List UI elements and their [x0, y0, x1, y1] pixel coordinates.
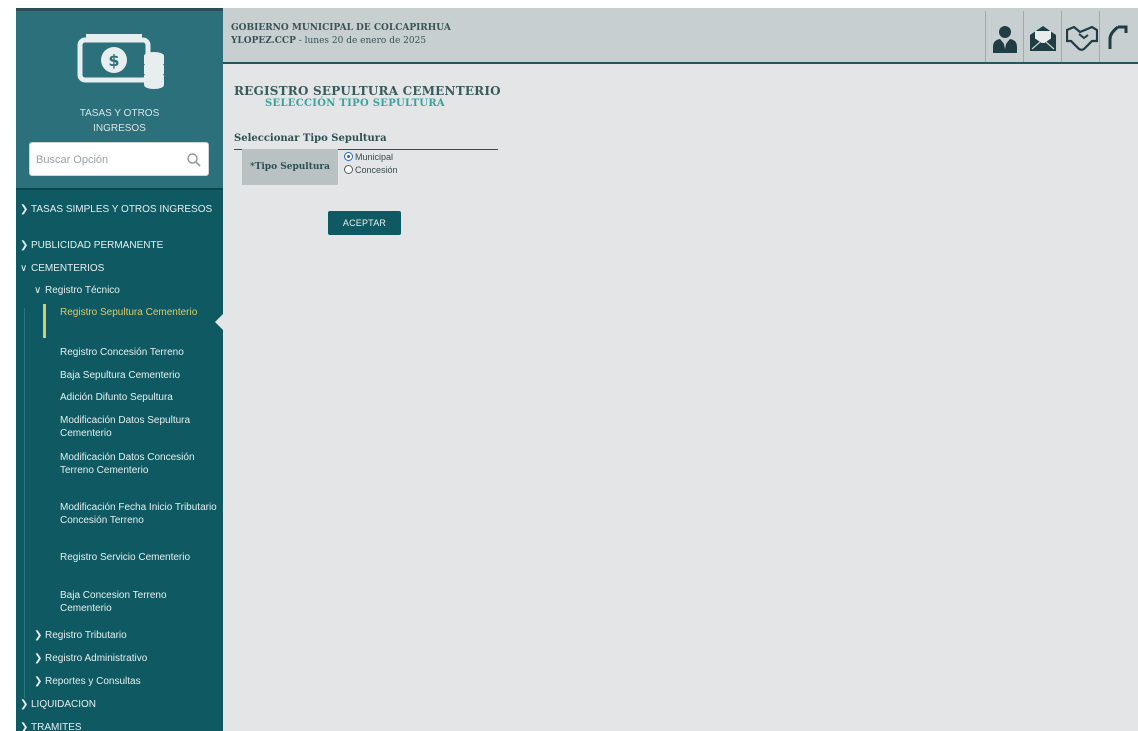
menu-item-label: Modificación Datos Sepultura Cementerio [60, 415, 191, 439]
menu-item-label: Registro Servicio Cementerio [60, 552, 191, 563]
menu-item-modificacion-sepultura[interactable]: Modificación Datos Sepultura Cementerio [16, 414, 223, 440]
menu-item-label: PUBLICIDAD PERMANENTE [31, 240, 164, 251]
menu-item-baja-sepultura[interactable]: Baja Sepultura Cementerio [16, 369, 223, 382]
menu-item-registro-tecnico[interactable]: ∨ Registro Técnico [16, 284, 223, 297]
chevron-right-icon: ❯ [34, 676, 43, 687]
main-content: REGISTRO SEPULTURA CEMENTERIO SELECCIÓN … [223, 66, 1138, 731]
menu-item-registro-tributario[interactable]: ❯ Registro Tributario [16, 629, 223, 642]
search-box [29, 142, 209, 176]
menu-item-baja-concesion[interactable]: Baja Concesion Terreno Cementerio [16, 589, 223, 615]
user-button[interactable] [985, 11, 1023, 62]
logout-button[interactable] [1099, 11, 1137, 62]
user-icon [993, 26, 1017, 53]
chevron-right-icon: ❯ [20, 240, 29, 251]
menu-item-label: Registro Administrativo [45, 653, 148, 664]
menu-item-cementerios[interactable]: ∨ CEMENTERIOS [16, 262, 223, 275]
tipo-sepultura-radio-group: Municipal Concesión [344, 150, 398, 176]
header-title: GOBIERNO MUNICIPAL DE COLCAPIRHUA [231, 23, 451, 33]
menu-item-label: Baja Sepultura Cementerio [60, 370, 181, 381]
chevron-right-icon: ❯ [34, 653, 43, 664]
header-icons [985, 8, 1138, 64]
money-coins-icon: $ [77, 34, 164, 89]
radio-concesion[interactable] [344, 165, 353, 174]
menu-item-label: Reportes y Consultas [45, 676, 141, 687]
radio-option-municipal[interactable]: Municipal [344, 150, 398, 163]
radio-option-concesion[interactable]: Concesión [344, 163, 398, 176]
mail-icon [1030, 26, 1056, 51]
search-icon[interactable] [186, 152, 202, 168]
menu-item-reportes[interactable]: ❯ Reportes y Consultas [16, 675, 223, 688]
radio-municipal[interactable] [344, 152, 353, 161]
logo-text: TASAS Y OTROS INGRESOS [16, 106, 223, 136]
chevron-down-icon: ∨ [20, 263, 28, 274]
logo-line-2: INGRESOS [93, 123, 146, 134]
chevron-right-icon: ❯ [20, 722, 29, 731]
active-pointer [215, 314, 223, 330]
radio-label: Municipal [355, 151, 394, 162]
sidebar-divider [16, 188, 223, 190]
header-user-info: YLOPEZ.CCP - lunes 20 de enero de 2025 [231, 35, 426, 47]
menu-item-publicidad[interactable]: ❯ PUBLICIDAD PERMANENTE [16, 239, 223, 252]
logo-area: $ TASAS Y OTROS INGRESOS [16, 8, 223, 188]
window-left-margin [0, 0, 16, 731]
chevron-down-icon: ∨ [34, 285, 42, 296]
chevron-right-icon: ❯ [20, 204, 29, 215]
menu-item-adicion-difunto[interactable]: Adición Difunto Sepultura [16, 391, 223, 404]
menu-item-label: Registro Técnico [45, 285, 120, 296]
page-subtitle: SELECCIÓN TIPO SEPULTURA [265, 98, 445, 109]
page-title: REGISTRO SEPULTURA CEMENTERIO [234, 84, 501, 98]
menu-item-label: Modificación Fecha Inicio Tributario Con… [60, 502, 217, 526]
header-username: YLOPEZ.CCP [231, 36, 296, 46]
accept-button[interactable]: ACEPTAR [328, 211, 401, 235]
menu-item-registro-servicio[interactable]: Registro Servicio Cementerio [16, 551, 223, 564]
header-date: - lunes 20 de enero de 2025 [295, 36, 427, 46]
menu-item-label: CEMENTERIOS [31, 263, 105, 274]
handshake-icon [1066, 25, 1098, 51]
svg-text:$: $ [108, 51, 119, 70]
menu-item-liquidacion[interactable]: ❯ LIQUIDACION [16, 698, 223, 711]
menu-item-registro-sepultura[interactable]: Registro Sepultura Cementerio [16, 306, 223, 319]
logout-icon [1108, 25, 1128, 49]
menu-item-label: Baja Concesion Terreno Cementerio [60, 590, 167, 614]
mail-button[interactable] [1023, 11, 1061, 62]
menu-item-label: Modificación Datos Concesión Terreno Cem… [60, 452, 195, 476]
tipo-sepultura-label: *Tipo Sepultura [242, 149, 338, 185]
menu-item-modificacion-concesion[interactable]: Modificación Datos Concesión Terreno Cem… [16, 451, 223, 477]
chevron-right-icon: ❯ [20, 699, 29, 710]
menu-item-label: Registro Sepultura Cementerio [60, 307, 198, 318]
handshake-button[interactable] [1061, 11, 1099, 62]
app-frame: $ TASAS Y OTROS INGRESOS Buscar Opción ❯… [16, 8, 1138, 731]
menu-item-label: Adición Difunto Sepultura [60, 392, 173, 403]
menu-item-label: Registro Concesión Terreno [60, 347, 184, 358]
header: GOBIERNO MUNICIPAL DE COLCAPIRHUA YLOPEZ… [223, 8, 1138, 64]
section-label: Seleccionar Tipo Sepultura [234, 133, 387, 144]
radio-label: Concesión [355, 164, 398, 175]
sidebar: $ TASAS Y OTROS INGRESOS Buscar Opción ❯… [16, 8, 223, 731]
menu-item-label: Registro Tributario [45, 630, 127, 641]
menu-item-label: TRAMITES [31, 722, 82, 731]
menu-item-registro-concesion[interactable]: Registro Concesión Terreno [16, 346, 223, 359]
menu-item-modificacion-fecha[interactable]: Modificación Fecha Inicio Tributario Con… [16, 501, 223, 527]
menu-item-tramites[interactable]: ❯ TRAMITES [16, 721, 223, 731]
menu-item-registro-administrativo[interactable]: ❯ Registro Administrativo [16, 652, 223, 665]
menu-item-label: TASAS SIMPLES Y OTROS INGRESOS [31, 204, 213, 215]
menu-item-label: LIQUIDACION [31, 699, 97, 710]
menu-item-tasas-simples[interactable]: ❯ TASAS SIMPLES Y OTROS INGRESOS [16, 203, 223, 216]
chevron-right-icon: ❯ [34, 630, 43, 641]
logo-line-1: TASAS Y OTROS [79, 108, 160, 119]
search-input[interactable] [36, 150, 176, 170]
